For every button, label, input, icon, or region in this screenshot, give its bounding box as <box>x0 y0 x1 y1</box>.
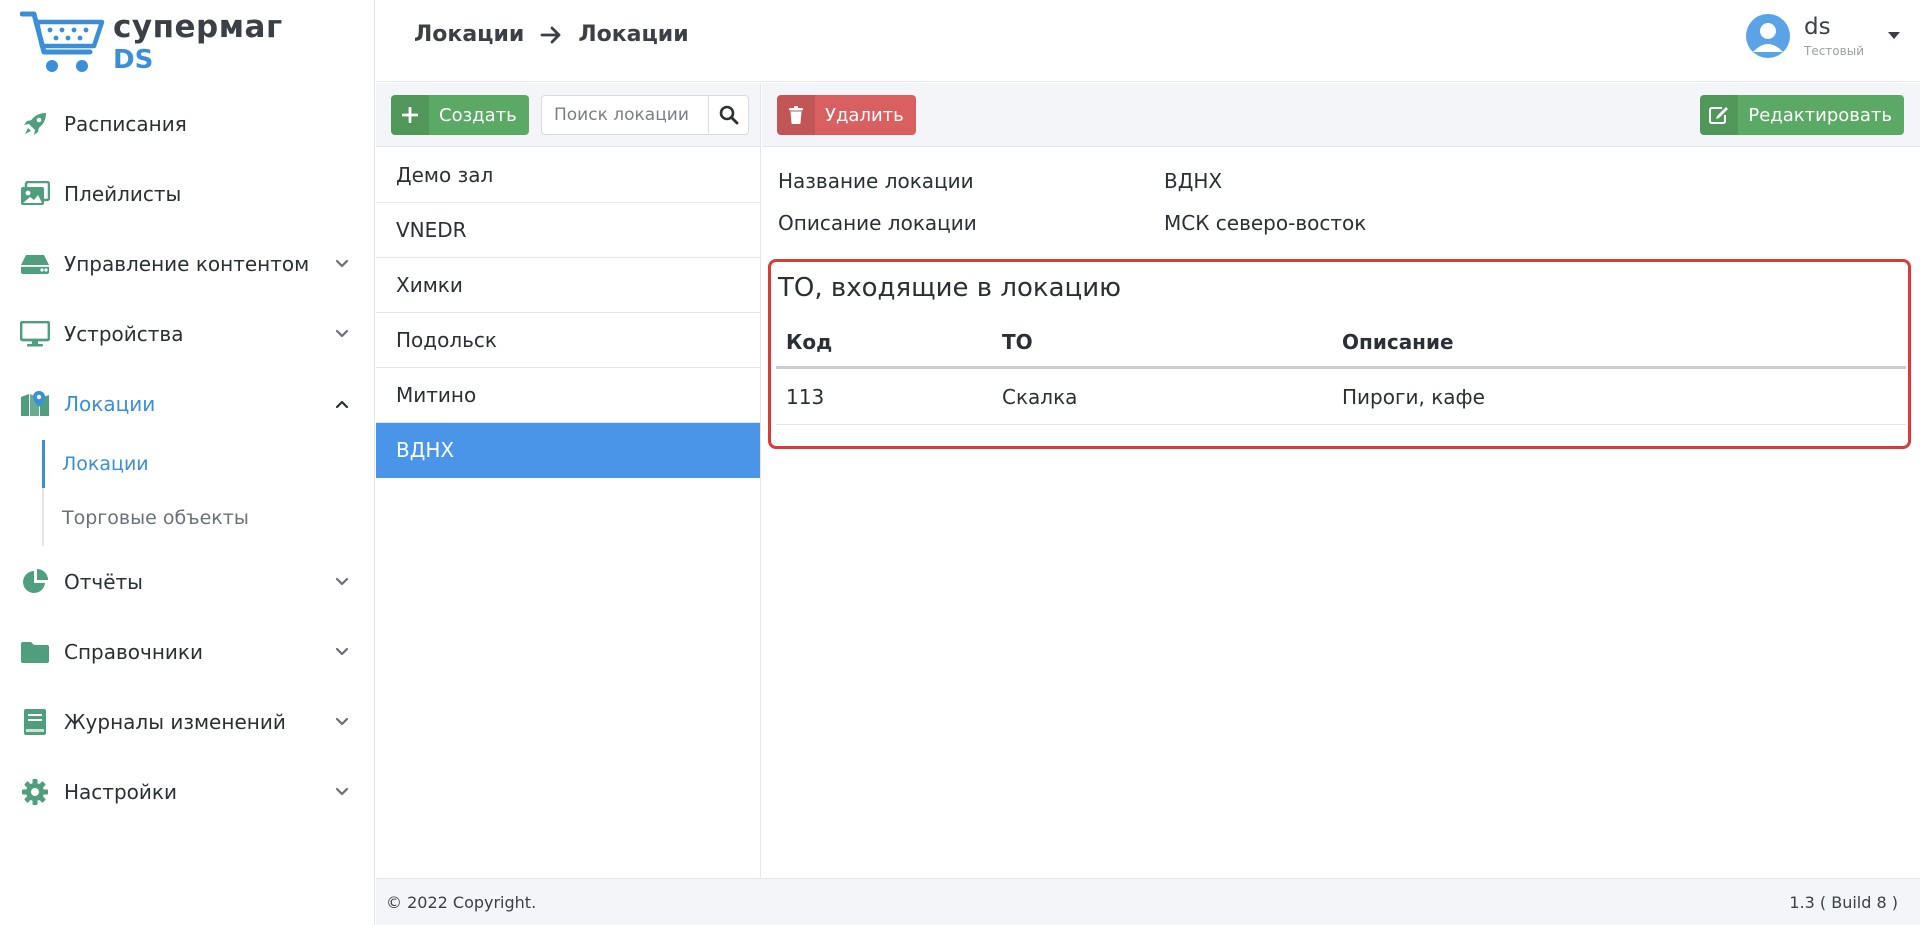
cart-logo-icon <box>20 11 105 72</box>
list-item-selected[interactable]: ВДНХ <box>376 423 760 478</box>
delete-button-label: Удалить <box>825 104 904 126</box>
sidebar-item-label: Управление контентом <box>64 252 310 276</box>
list-item[interactable]: Демо зал <box>376 148 760 203</box>
locations-list-panel: Создать Демо зал VNEDR Химки Подольск Ми… <box>376 83 761 878</box>
column-header-description: Описание <box>1342 329 1454 354</box>
location-search <box>541 95 749 135</box>
list-toolbar: Создать <box>376 83 760 147</box>
edit-button-label: Редактировать <box>1748 104 1892 126</box>
sidebar-subitem-locations[interactable]: Локации <box>42 440 342 488</box>
breadcrumb-item[interactable]: Локации <box>414 22 524 47</box>
cell-to: Скалка <box>1002 384 1078 409</box>
trash-icon <box>777 95 815 135</box>
chevron-up-icon <box>335 400 349 409</box>
search-icon <box>719 105 738 125</box>
sidebar-item-directories[interactable]: Справочники <box>0 628 375 676</box>
plus-icon <box>391 95 429 135</box>
sidebar-item-reports[interactable]: Отчёты <box>0 558 375 606</box>
list-item[interactable]: Химки <box>376 258 760 313</box>
user-menu[interactable]: ds Тестовый <box>1746 14 1900 58</box>
chevron-down-icon <box>335 717 349 726</box>
sidebar-item-label: Расписания <box>64 112 187 136</box>
sidebar-subitem-trade-objects[interactable]: Торговые объекты <box>44 494 344 542</box>
logo-title: супермаг <box>113 9 283 45</box>
monitor-icon <box>20 319 50 349</box>
sidebar-item-label: Отчёты <box>64 570 143 594</box>
list-item[interactable]: Митино <box>376 368 760 423</box>
search-input[interactable] <box>542 96 708 134</box>
location-description-value: МСК северо-восток <box>1164 211 1367 235</box>
column-header-to: ТО <box>1002 329 1033 354</box>
caret-down-icon <box>1888 32 1900 39</box>
user-role: Тестовый <box>1804 43 1864 58</box>
hdd-icon <box>20 249 50 279</box>
user-avatar-icon <box>1753 23 1783 52</box>
edit-icon <box>1700 95 1739 135</box>
chevron-down-icon <box>335 259 349 268</box>
location-name-label: Название локации <box>778 169 974 193</box>
detail-toolbar: Удалить Редактировать <box>762 83 1920 147</box>
column-header-code: Код <box>786 329 833 354</box>
avatar <box>1746 14 1790 58</box>
table-header: Код ТО Описание <box>776 317 1906 369</box>
images-icon <box>20 179 50 209</box>
folder-icon <box>20 637 50 667</box>
location-description-label: Описание локации <box>778 211 977 235</box>
version: 1.3 ( Build 8 ) <box>1789 893 1898 912</box>
search-button[interactable] <box>708 96 748 134</box>
breadcrumb-current: Локации <box>578 22 689 47</box>
user-name: ds <box>1804 13 1831 40</box>
sidebar: супермаг DS Расписания Плейлисты Управле… <box>0 0 375 925</box>
gear-icon <box>20 777 50 807</box>
breadcrumb: Локации Локации <box>414 22 689 47</box>
chevron-down-icon <box>335 787 349 796</box>
chevron-down-icon <box>335 577 349 586</box>
book-icon <box>20 707 50 737</box>
map-icon <box>20 389 50 419</box>
app-logo[interactable]: супермаг DS <box>20 8 283 82</box>
cell-description: Пироги, кафе <box>1342 384 1485 409</box>
top-header: Локации Локации ds Тестовый <box>376 0 1920 82</box>
trade-objects-table: Код ТО Описание 113 Скалка Пироги, кафе <box>776 317 1906 425</box>
sidebar-item-playlists[interactable]: Плейлисты <box>0 170 375 218</box>
table-row[interactable]: 113 Скалка Пироги, кафе <box>776 369 1906 425</box>
sidebar-submenu-locations: Локации Торговые объекты <box>42 440 362 546</box>
sidebar-item-changelogs[interactable]: Журналы изменений <box>0 698 375 746</box>
copyright: © 2022 Copyright. <box>386 893 537 912</box>
sidebar-item-label: Устройства <box>64 322 184 346</box>
delete-button[interactable]: Удалить <box>777 95 916 135</box>
footer: © 2022 Copyright. 1.3 ( Build 8 ) <box>376 878 1920 925</box>
create-button-label: Создать <box>439 104 517 126</box>
cell-code: 113 <box>786 384 825 409</box>
rocket-icon <box>20 109 50 139</box>
sidebar-item-content[interactable]: Управление контентом <box>0 240 375 288</box>
sidebar-item-devices[interactable]: Устройства <box>0 310 375 358</box>
sidebar-item-settings[interactable]: Настройки <box>0 768 375 816</box>
sidebar-item-locations[interactable]: Локации <box>0 380 375 428</box>
create-button[interactable]: Создать <box>391 95 529 135</box>
location-detail-panel: Удалить Редактировать Название локации В… <box>762 83 1920 878</box>
sidebar-item-label: Настройки <box>64 780 177 804</box>
sidebar-item-label: Локации <box>64 392 156 416</box>
sidebar-item-label: Справочники <box>64 640 203 664</box>
list-item[interactable]: VNEDR <box>376 203 760 258</box>
location-list: Демо зал VNEDR Химки Подольск Митино ВДН… <box>376 148 760 478</box>
chevron-down-icon <box>335 329 349 338</box>
edit-button[interactable]: Редактировать <box>1700 95 1904 135</box>
sidebar-item-label: Журналы изменений <box>64 710 286 734</box>
arrow-right-icon <box>540 26 561 43</box>
logo-subtitle: DS <box>113 45 154 75</box>
list-item[interactable]: Подольск <box>376 313 760 368</box>
chevron-down-icon <box>335 647 349 656</box>
section-title: ТО, входящие в локацию <box>778 273 1121 303</box>
location-name-value: ВДНХ <box>1164 169 1223 193</box>
pie-chart-icon <box>20 567 50 597</box>
sidebar-item-schedules[interactable]: Расписания <box>0 100 375 148</box>
sidebar-item-label: Плейлисты <box>64 182 182 206</box>
